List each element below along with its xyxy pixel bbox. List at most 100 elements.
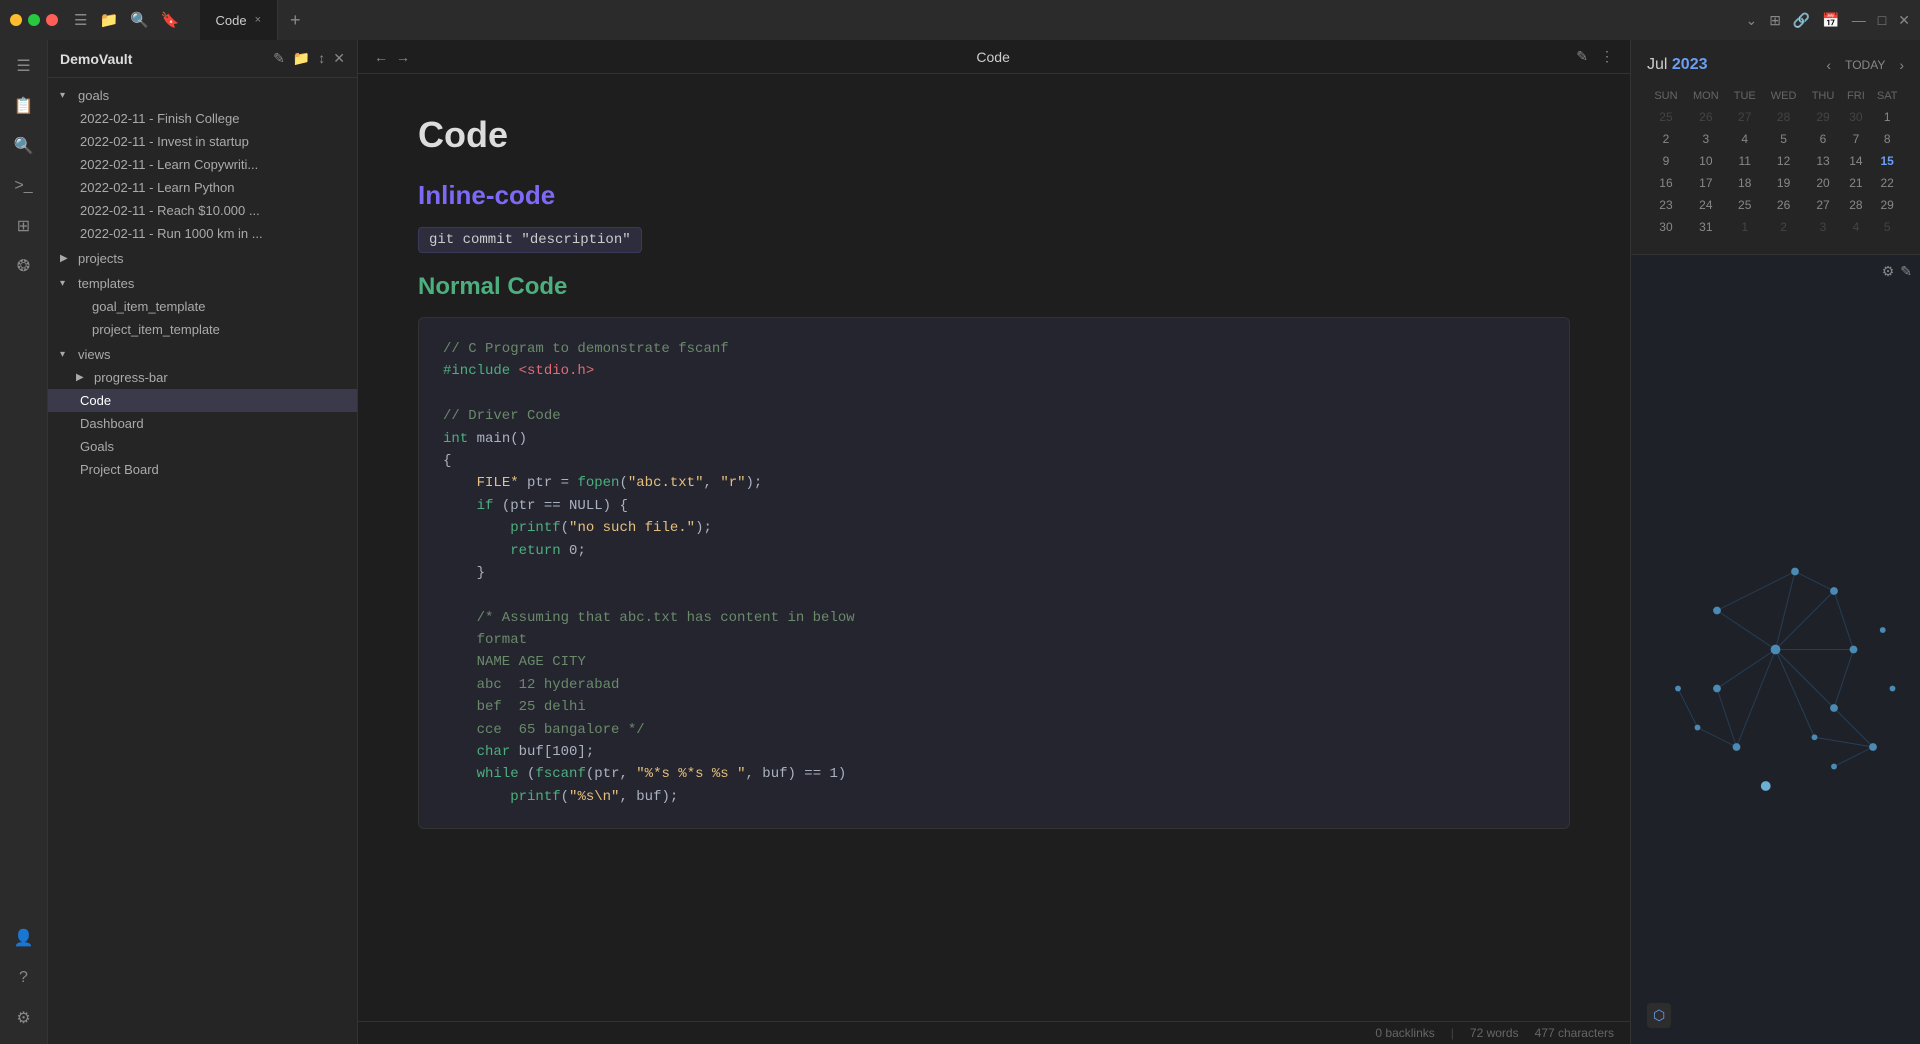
sort-icon[interactable]: ↕ xyxy=(318,50,325,67)
nav-back-button[interactable]: ← xyxy=(374,49,388,65)
calendar-prev-button[interactable]: ‹ xyxy=(1826,57,1831,73)
tab-code[interactable]: Code × xyxy=(200,0,279,40)
cal-day-5-6[interactable]: 5 xyxy=(1870,216,1904,238)
file-run-1000km[interactable]: 2022-02-11 - Run 1000 km in ... xyxy=(48,222,357,245)
cal-day-3-6[interactable]: 22 xyxy=(1870,172,1904,194)
cal-day-2-1[interactable]: 10 xyxy=(1685,150,1727,172)
settings-icon[interactable]: ⚙ xyxy=(6,1000,42,1036)
calendar-icon[interactable]: 📅 xyxy=(1822,12,1839,29)
file-invest-startup[interactable]: 2022-02-11 - Invest in startup xyxy=(48,130,357,153)
file-dashboard[interactable]: Dashboard xyxy=(48,412,357,435)
window-restore-icon[interactable]: □ xyxy=(1878,12,1886,28)
edit-icon[interactable]: ✎ xyxy=(1576,48,1588,65)
search-bar-icon[interactable]: 🔍 xyxy=(6,128,42,164)
cal-day-4-0[interactable]: 23 xyxy=(1647,194,1685,216)
cal-header-sun: SUN xyxy=(1647,86,1685,106)
cal-day-5-2[interactable]: 1 xyxy=(1727,216,1763,238)
cal-day-2-4[interactable]: 13 xyxy=(1805,150,1842,172)
cal-day-4-2[interactable]: 25 xyxy=(1727,194,1763,216)
cal-day-0-6[interactable]: 1 xyxy=(1870,106,1904,128)
new-tab-button[interactable]: + xyxy=(278,10,313,31)
cal-day-5-1[interactable]: 31 xyxy=(1685,216,1727,238)
cal-day-3-2[interactable]: 18 xyxy=(1727,172,1763,194)
link-icon[interactable]: 🔗 xyxy=(1793,12,1810,29)
cal-day-4-3[interactable]: 26 xyxy=(1763,194,1805,216)
cal-day-5-3[interactable]: 2 xyxy=(1763,216,1805,238)
cal-day-2-3[interactable]: 12 xyxy=(1763,150,1805,172)
cal-day-0-2[interactable]: 27 xyxy=(1727,106,1763,128)
cal-day-1-4[interactable]: 6 xyxy=(1805,128,1842,150)
cal-day-1-0[interactable]: 2 xyxy=(1647,128,1685,150)
file-goal-template[interactable]: goal_item_template xyxy=(48,295,357,318)
cal-day-0-0[interactable]: 25 xyxy=(1647,106,1685,128)
cal-day-2-0[interactable]: 9 xyxy=(1647,150,1685,172)
more-options-icon[interactable]: ⋮ xyxy=(1600,48,1614,65)
cal-day-0-3[interactable]: 28 xyxy=(1763,106,1805,128)
grid-icon[interactable]: ⊞ xyxy=(6,208,42,244)
file-goals[interactable]: Goals xyxy=(48,435,357,458)
cal-day-3-5[interactable]: 21 xyxy=(1841,172,1870,194)
file-learn-copy[interactable]: 2022-02-11 - Learn Copywriti... xyxy=(48,153,357,176)
cal-day-3-3[interactable]: 19 xyxy=(1763,172,1805,194)
cal-day-4-4[interactable]: 27 xyxy=(1805,194,1842,216)
minimize-button[interactable] xyxy=(10,14,22,26)
cal-day-2-5[interactable]: 14 xyxy=(1841,150,1870,172)
cal-day-4-1[interactable]: 24 xyxy=(1685,194,1727,216)
file-learn-python[interactable]: 2022-02-11 - Learn Python xyxy=(48,176,357,199)
new-folder-icon[interactable]: 📁 xyxy=(293,50,310,67)
cal-day-1-2[interactable]: 4 xyxy=(1727,128,1763,150)
goals-folder[interactable]: ▾ goals xyxy=(48,84,357,107)
file-reach-10k[interactable]: 2022-02-11 - Reach $10.000 ... xyxy=(48,199,357,222)
cal-day-3-1[interactable]: 17 xyxy=(1685,172,1727,194)
projects-folder[interactable]: ▶ projects xyxy=(48,247,357,270)
file-project-board[interactable]: Project Board xyxy=(48,458,357,481)
cal-day-3-4[interactable]: 20 xyxy=(1805,172,1842,194)
tab-code-close[interactable]: × xyxy=(255,14,261,26)
maximize-button[interactable] xyxy=(28,14,40,26)
split-view-icon[interactable]: ⊞ xyxy=(1769,12,1781,29)
cal-day-3-0[interactable]: 16 xyxy=(1647,172,1685,194)
help-icon[interactable]: ? xyxy=(6,960,42,996)
window-close-icon[interactable]: ✕ xyxy=(1898,12,1910,29)
files-icon[interactable]: 📋 xyxy=(6,88,42,124)
cal-day-1-1[interactable]: 3 xyxy=(1685,128,1727,150)
close-sidebar-icon[interactable]: ✕ xyxy=(333,50,345,67)
templates-folder[interactable]: ▾ templates xyxy=(48,272,357,295)
graph-edit-button[interactable]: ✎ xyxy=(1900,263,1912,280)
calendar-next-button[interactable]: › xyxy=(1899,57,1904,73)
cal-day-1-3[interactable]: 5 xyxy=(1763,128,1805,150)
close-button[interactable] xyxy=(46,14,58,26)
graph-settings-button[interactable]: ⚙ xyxy=(1882,263,1895,280)
file-code[interactable]: Code xyxy=(48,389,357,412)
cal-day-0-4[interactable]: 29 xyxy=(1805,106,1842,128)
graph-node-button[interactable]: ⬡ xyxy=(1647,1003,1671,1028)
window-minimize-icon[interactable]: — xyxy=(1852,12,1866,28)
bookmark-icon[interactable]: 🔖 xyxy=(161,11,180,29)
cal-day-5-5[interactable]: 4 xyxy=(1841,216,1870,238)
progress-bar-folder[interactable]: ▶ progress-bar xyxy=(48,366,357,389)
file-finish-college[interactable]: 2022-02-11 - Finish College xyxy=(48,107,357,130)
terminal-icon[interactable]: >_ xyxy=(6,168,42,204)
cal-day-5-4[interactable]: 3 xyxy=(1805,216,1842,238)
cal-day-2-2[interactable]: 11 xyxy=(1727,150,1763,172)
new-note-icon[interactable]: ✎ xyxy=(273,50,285,67)
cal-day-0-5[interactable]: 30 xyxy=(1841,106,1870,128)
dropdown-icon[interactable]: ⌄ xyxy=(1745,12,1757,29)
community-icon[interactable]: ❂ xyxy=(6,248,42,284)
cal-day-4-6[interactable]: 29 xyxy=(1870,194,1904,216)
cal-day-4-5[interactable]: 28 xyxy=(1841,194,1870,216)
search-icon[interactable]: 🔍 xyxy=(130,11,149,29)
sidebar-icon[interactable]: ☰ xyxy=(6,48,42,84)
cal-day-5-0[interactable]: 30 xyxy=(1647,216,1685,238)
person-icon[interactable]: 👤 xyxy=(6,920,42,956)
calendar-today-button[interactable]: TODAY xyxy=(1839,56,1891,74)
folder-icon[interactable]: 📁 xyxy=(99,11,118,29)
cal-day-2-6[interactable]: 15 xyxy=(1870,150,1904,172)
nav-forward-button[interactable]: → xyxy=(396,49,410,65)
cal-day-0-1[interactable]: 26 xyxy=(1685,106,1727,128)
cal-day-1-5[interactable]: 7 xyxy=(1841,128,1870,150)
sidebar-toggle-icon[interactable]: ☰ xyxy=(74,11,87,29)
cal-day-1-6[interactable]: 8 xyxy=(1870,128,1904,150)
views-folder[interactable]: ▾ views xyxy=(48,343,357,366)
file-project-template[interactable]: project_item_template xyxy=(48,318,357,341)
